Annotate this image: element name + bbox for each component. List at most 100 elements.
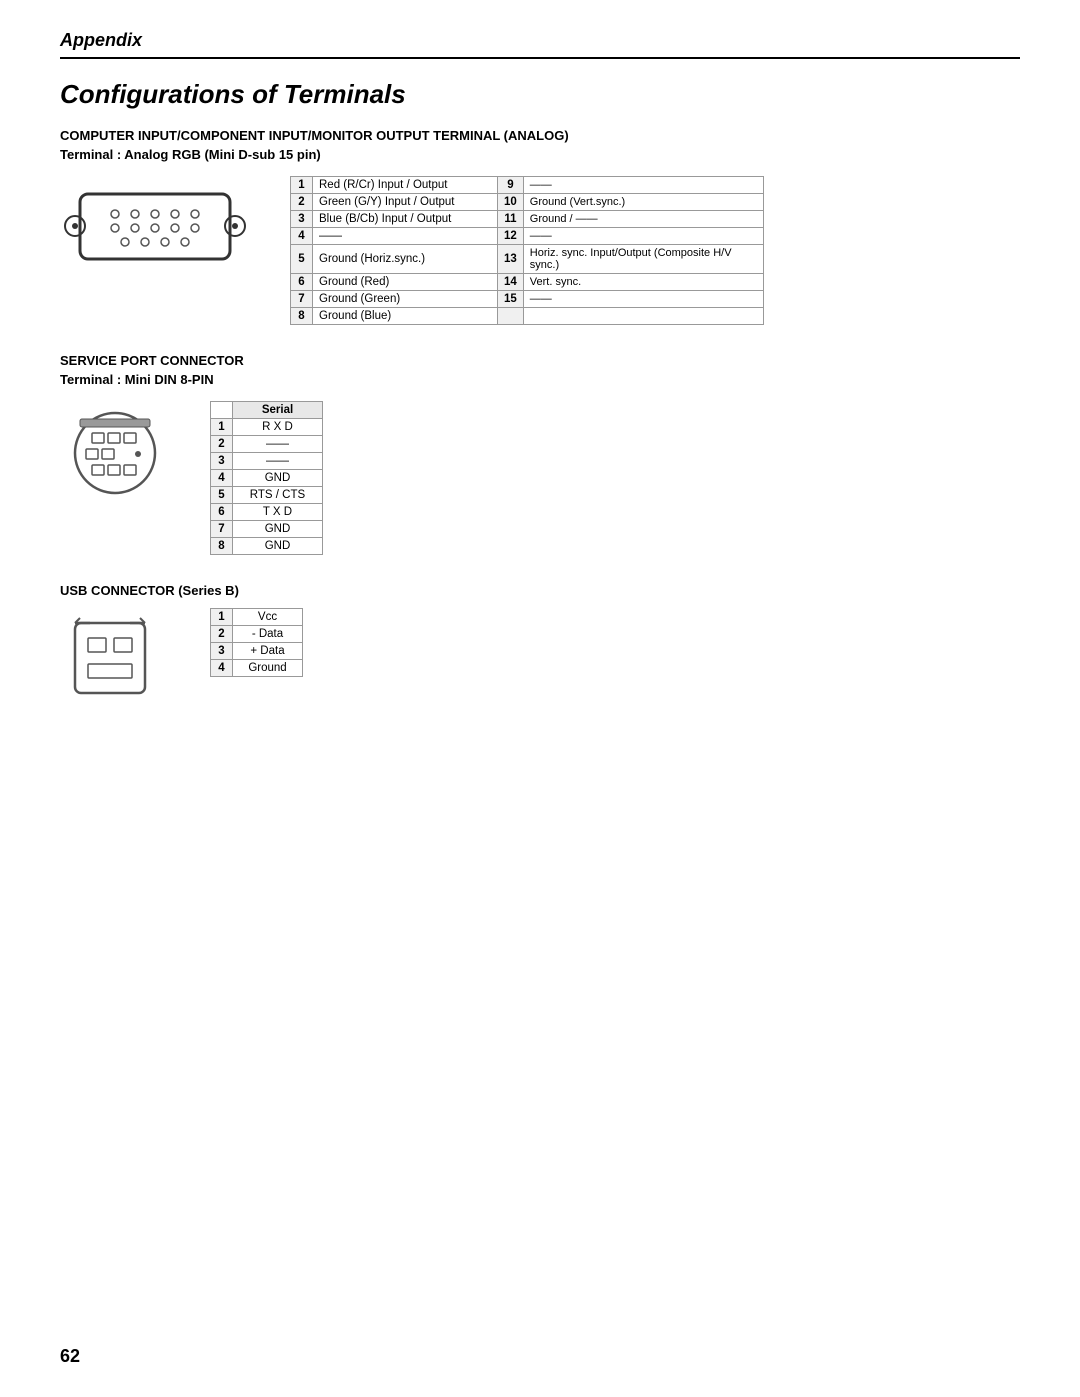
usb-table-row: 2- Data — [211, 626, 303, 643]
analog-pin-right: 14 — [498, 274, 524, 291]
analog-table-row: 3Blue (B/Cb) Input / Output11Ground / —— — [291, 211, 764, 228]
usb-table-row: 3+ Data — [211, 643, 303, 660]
analog-pin-left: 4 — [291, 228, 313, 245]
analog-label-right: —— — [523, 177, 763, 194]
service-connector-image — [60, 401, 180, 504]
service-value: RTS / CTS — [233, 487, 323, 504]
service-pin: 1 — [211, 419, 233, 436]
analog-table-row: 1Red (R/Cr) Input / Output9—— — [291, 177, 764, 194]
analog-pin-left: 2 — [291, 194, 313, 211]
analog-table-row: 8Ground (Blue) — [291, 308, 764, 325]
analog-pin-right: 15 — [498, 291, 524, 308]
analog-table: 1Red (R/Cr) Input / Output9——2Green (G/Y… — [290, 176, 764, 325]
analog-label-left: Ground (Red) — [313, 274, 498, 291]
service-heading: SERVICE PORT CONNECTOR — [60, 353, 1020, 368]
analog-label-right — [523, 308, 763, 325]
analog-label-right: Ground / —— — [523, 211, 763, 228]
analog-table-row: 7Ground (Green)15—— — [291, 291, 764, 308]
analog-heading: COMPUTER INPUT/COMPONENT INPUT/MONITOR O… — [60, 128, 1020, 143]
service-value: GND — [233, 521, 323, 538]
page-title: Configurations of Terminals — [60, 79, 1020, 110]
usb-value: Ground — [233, 660, 303, 677]
service-table-header: Serial — [233, 402, 323, 419]
analog-label-right: Horiz. sync. Input/Output (Composite H/V… — [523, 245, 763, 274]
service-connector-svg — [60, 401, 170, 501]
service-layout: Serial 1R X D2——3——4GND5RTS / CTS6T X D7… — [60, 401, 1020, 555]
analog-pin-right: 11 — [498, 211, 524, 228]
analog-label-right: —— — [523, 228, 763, 245]
analog-table-row: 4——12—— — [291, 228, 764, 245]
analog-pin-right: 10 — [498, 194, 524, 211]
analog-pin-left: 5 — [291, 245, 313, 274]
service-value: —— — [233, 436, 323, 453]
appendix-label: Appendix — [60, 30, 142, 50]
service-table-row: 3—— — [211, 453, 323, 470]
service-table-row: 1R X D — [211, 419, 323, 436]
service-table-row: 4GND — [211, 470, 323, 487]
usb-pin: 2 — [211, 626, 233, 643]
service-pin: 7 — [211, 521, 233, 538]
analog-table-row: 6Ground (Red)14Vert. sync. — [291, 274, 764, 291]
analog-table-row: 5Ground (Horiz.sync.)13Horiz. sync. Inpu… — [291, 245, 764, 274]
analog-label-left: Ground (Blue) — [313, 308, 498, 325]
analog-pin-right: 9 — [498, 177, 524, 194]
usb-heading: USB CONNECTOR (Series B) — [60, 583, 1020, 598]
usb-value: + Data — [233, 643, 303, 660]
service-pin: 3 — [211, 453, 233, 470]
service-sub-heading: Terminal : Mini DIN 8-PIN — [60, 372, 1020, 387]
usb-connector-svg — [60, 608, 160, 708]
service-table-row: 2—— — [211, 436, 323, 453]
service-table-row: 8GND — [211, 538, 323, 555]
analog-connector-svg — [60, 176, 250, 276]
analog-connector-image — [60, 176, 260, 276]
usb-pin: 3 — [211, 643, 233, 660]
analog-label-left: —— — [313, 228, 498, 245]
analog-layout: 1Red (R/Cr) Input / Output9——2Green (G/Y… — [60, 176, 1020, 325]
analog-section: COMPUTER INPUT/COMPONENT INPUT/MONITOR O… — [60, 128, 1020, 325]
analog-label-left: Ground (Green) — [313, 291, 498, 308]
service-value: —— — [233, 453, 323, 470]
usb-value: - Data — [233, 626, 303, 643]
analog-label-right: —— — [523, 291, 763, 308]
analog-pin-left: 1 — [291, 177, 313, 194]
service-value: GND — [233, 470, 323, 487]
service-value: R X D — [233, 419, 323, 436]
usb-layout: 1Vcc2- Data3+ Data4Ground — [60, 608, 1020, 711]
service-pin: 8 — [211, 538, 233, 555]
usb-table-row: 1Vcc — [211, 609, 303, 626]
service-value: T X D — [233, 504, 323, 521]
service-value: GND — [233, 538, 323, 555]
analog-table-row: 2Green (G/Y) Input / Output10Ground (Ver… — [291, 194, 764, 211]
usb-pin: 4 — [211, 660, 233, 677]
analog-label-right: Vert. sync. — [523, 274, 763, 291]
analog-pin-left: 8 — [291, 308, 313, 325]
analog-label-left: Red (R/Cr) Input / Output — [313, 177, 498, 194]
service-table-row: 7GND — [211, 521, 323, 538]
analog-sub-heading: Terminal : Analog RGB (Mini D-sub 15 pin… — [60, 147, 1020, 162]
analog-label-left: Green (G/Y) Input / Output — [313, 194, 498, 211]
service-pin: 2 — [211, 436, 233, 453]
page-number: 62 — [60, 1346, 80, 1367]
analog-label-right: Ground (Vert.sync.) — [523, 194, 763, 211]
service-table-row: 6T X D — [211, 504, 323, 521]
service-table-row: 5RTS / CTS — [211, 487, 323, 504]
analog-label-left: Ground (Horiz.sync.) — [313, 245, 498, 274]
service-pin: 5 — [211, 487, 233, 504]
service-table: Serial 1R X D2——3——4GND5RTS / CTS6T X D7… — [210, 401, 323, 555]
analog-pin-left: 3 — [291, 211, 313, 228]
analog-pin-left: 6 — [291, 274, 313, 291]
usb-pin: 1 — [211, 609, 233, 626]
analog-pin-right — [498, 308, 524, 325]
usb-section: USB CONNECTOR (Series B) — [60, 583, 1020, 711]
analog-pin-right: 13 — [498, 245, 524, 274]
usb-value: Vcc — [233, 609, 303, 626]
service-section: SERVICE PORT CONNECTOR Terminal : Mini D… — [60, 353, 1020, 555]
appendix-header: Appendix — [60, 30, 1020, 59]
service-pin: 4 — [211, 470, 233, 487]
usb-connector-image — [60, 608, 180, 711]
usb-table-row: 4Ground — [211, 660, 303, 677]
analog-label-left: Blue (B/Cb) Input / Output — [313, 211, 498, 228]
usb-table: 1Vcc2- Data3+ Data4Ground — [210, 608, 303, 677]
service-pin: 6 — [211, 504, 233, 521]
analog-pin-right: 12 — [498, 228, 524, 245]
